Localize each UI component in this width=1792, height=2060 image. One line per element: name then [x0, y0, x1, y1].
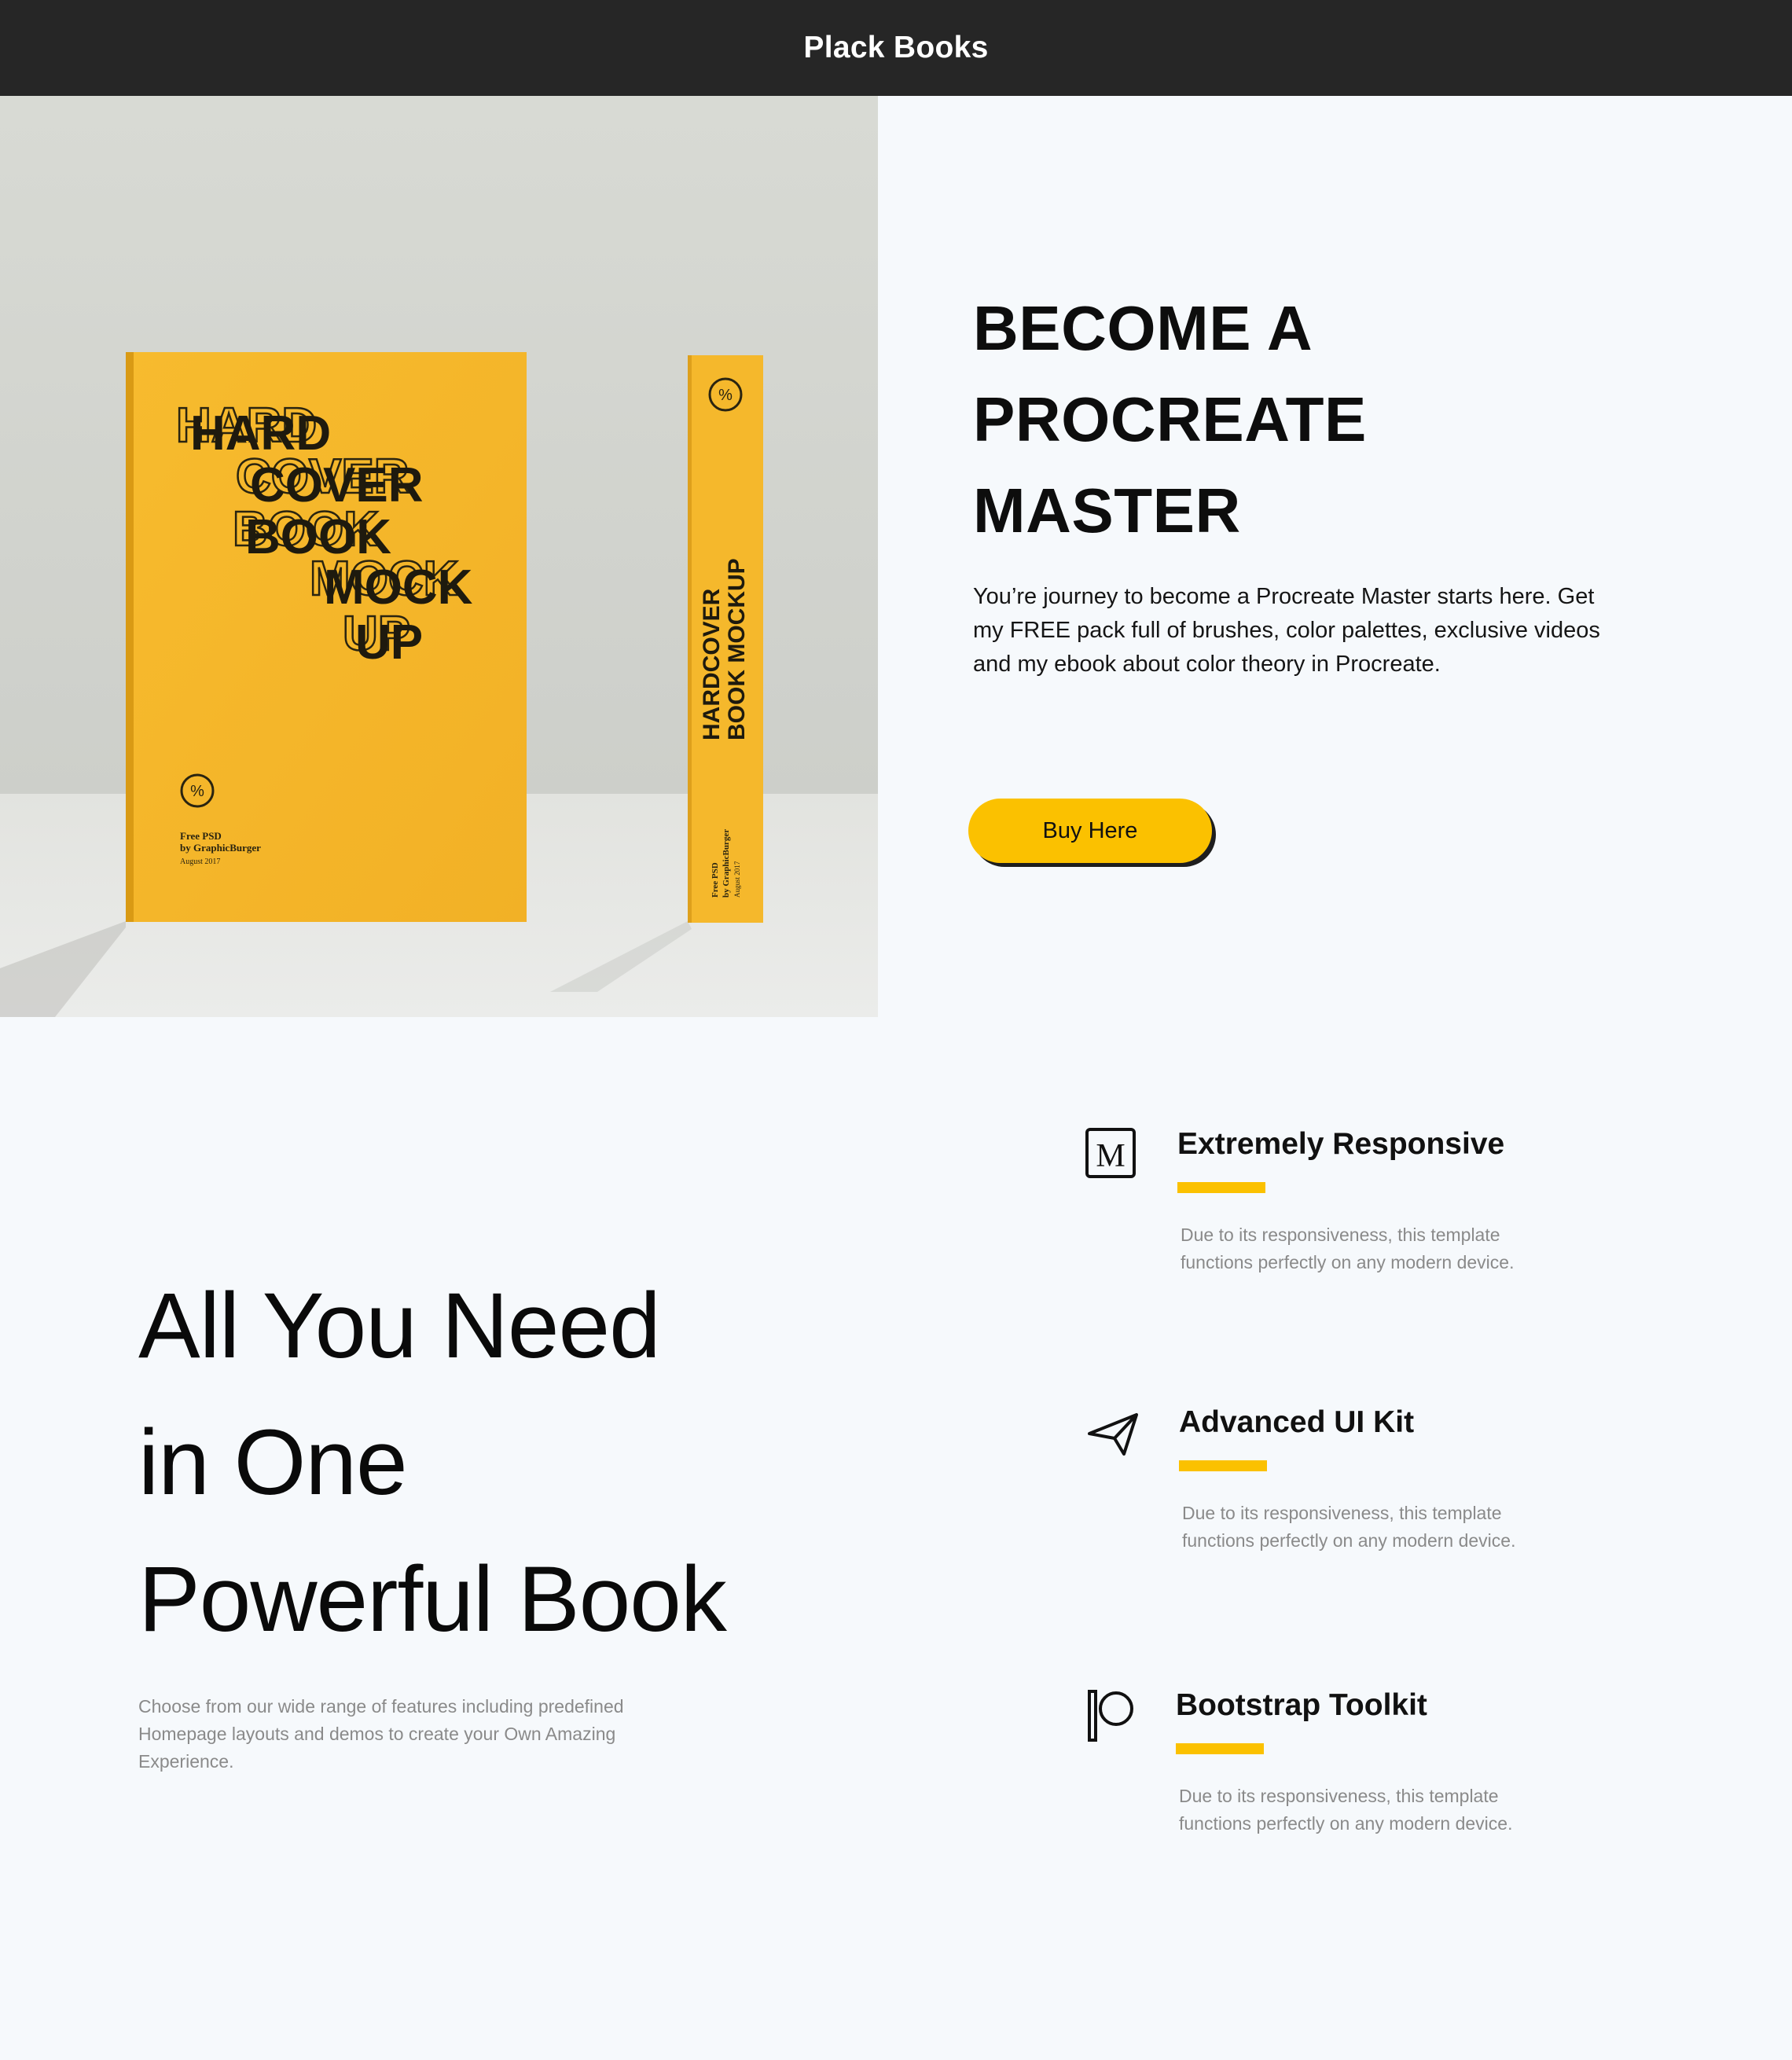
hero-title-line: BECOME A [973, 293, 1313, 363]
svg-text:%: % [190, 783, 204, 800]
buy-here-button[interactable]: Buy Here [968, 799, 1212, 863]
hero-book-image: HARD COVER BOOK MOCK UP HARD COVER BOOK … [0, 96, 878, 1017]
svg-text:by GraphicBurger: by GraphicBurger [722, 829, 731, 898]
hero-title-line: PROCREATE [973, 384, 1367, 454]
svg-text:%: % [718, 387, 733, 404]
feature-accent-bar [1179, 1460, 1267, 1471]
svg-text:HARD: HARD [190, 406, 331, 461]
feature-accent-bar [1176, 1743, 1264, 1754]
svg-text:August 2017: August 2017 [180, 857, 220, 866]
medium-icon: M [1085, 1127, 1140, 1182]
hero-content: BECOME A PROCREATE MASTER You’re journey… [973, 283, 1618, 681]
brand-logo-text[interactable]: Plack Books [803, 31, 988, 65]
feature-accent-bar [1177, 1182, 1265, 1193]
features-title-line: in One [138, 1411, 408, 1515]
feature-title: Bootstrap Toolkit [1176, 1688, 1427, 1722]
features-title-line: All You Need [138, 1274, 661, 1378]
hero-title: BECOME A PROCREATE MASTER [973, 283, 1618, 556]
feature-description: Due to its responsiveness, this template… [1181, 1225, 1515, 1272]
features-description: Choose from our wide range of features i… [138, 1696, 624, 1772]
svg-text:by GraphicBurger: by GraphicBurger [180, 842, 261, 854]
feature-description: Due to its responsiveness, this template… [1182, 1503, 1516, 1551]
svg-text:MOCK: MOCK [324, 560, 473, 615]
svg-text:M: M [1096, 1138, 1125, 1174]
features-title: All You Need in One Powerful Book [138, 1258, 767, 1668]
hero-title-line: MASTER [973, 476, 1241, 545]
top-navbar: Plack Books [0, 0, 1792, 96]
hero-description: You’re journey to become a Procreate Mas… [973, 584, 1600, 677]
svg-text:August 2017: August 2017 [733, 861, 741, 898]
features-title-line: Powerful Book [138, 1548, 727, 1651]
svg-text:HARDCOVER: HARDCOVER [699, 588, 725, 740]
svg-text:BOOK: BOOK [245, 510, 391, 564]
features-intro: All You Need in One Powerful Book Choose… [138, 1258, 767, 1775]
svg-text:Free PSD: Free PSD [180, 830, 222, 842]
feature-title: Extremely Responsive [1177, 1127, 1505, 1161]
svg-text:UP: UP [355, 615, 423, 670]
paper-plane-icon [1086, 1405, 1141, 1460]
svg-text:COVER: COVER [250, 458, 423, 512]
svg-text:Free PSD: Free PSD [711, 862, 720, 898]
feature-description: Due to its responsiveness, this template… [1179, 1786, 1513, 1834]
svg-text:BOOK MOCKUP: BOOK MOCKUP [724, 558, 750, 740]
patreon-icon [1083, 1688, 1138, 1743]
feature-title: Advanced UI Kit [1179, 1405, 1415, 1439]
